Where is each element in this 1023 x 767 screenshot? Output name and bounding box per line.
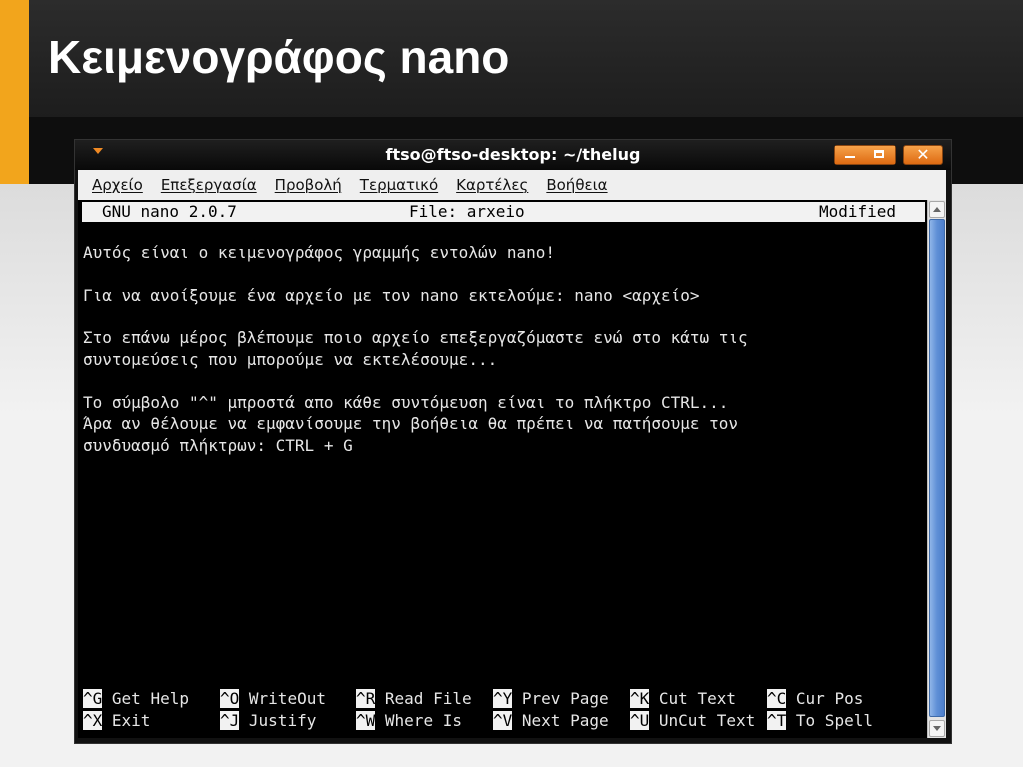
shortcut-label: Cut Text — [658, 689, 736, 708]
shortcut-cur-pos[interactable]: ^C Cur Pos — [767, 689, 863, 709]
editor-line: Το σύμβολο "^" μπροστά απο κάθε συντόμευ… — [83, 393, 729, 412]
minimize-maximize-group — [834, 145, 896, 165]
shortcut-label: Next Page — [521, 711, 609, 730]
shortcut-label: Where Is — [384, 711, 462, 730]
menu-terminal[interactable]: Τερματικό — [360, 176, 438, 194]
minimize-button[interactable] — [835, 146, 865, 164]
slide-title: Κειμενογράφος nano — [48, 31, 510, 83]
editor-line: Αυτός είναι ο κειμενογράφος γραμμής εντο… — [83, 243, 556, 262]
shortcut-label: Read File — [384, 689, 472, 708]
editor-line: συνδυασμό πλήκτρων: CTRL + G — [83, 436, 353, 455]
arrow-down-icon — [933, 726, 941, 731]
shortcut-key: ^X — [83, 711, 103, 730]
shortcut-label: Prev Page — [521, 689, 609, 708]
shortcut-writeout[interactable]: ^O WriteOut — [220, 689, 326, 709]
shortcut-key: ^R — [356, 689, 376, 708]
window-titlebar[interactable]: ftso@ftso-desktop: ~/thelug ✕ — [75, 140, 951, 170]
shortcut-label: Exit — [111, 711, 151, 730]
shortcut-label: Get Help — [111, 689, 189, 708]
editor-line: Για να ανοίξουμε ένα αρχείο με τον nano … — [83, 286, 700, 305]
shortcut-label: To Spell — [795, 711, 873, 730]
shortcut-where-is[interactable]: ^W Where Is — [356, 711, 462, 731]
shortcut-get-help[interactable]: ^G Get Help — [83, 689, 189, 709]
scrollbar[interactable] — [927, 200, 946, 738]
shortcut-key: ^V — [493, 711, 513, 730]
shortcut-label: Justify — [248, 711, 317, 730]
nano-header-bar: GNU nano 2.0.7 File: arxeio Modified — [82, 202, 925, 222]
shortcut-key: ^U — [630, 711, 650, 730]
shortcut-key: ^K — [630, 689, 650, 708]
shortcut-next-page[interactable]: ^V Next Page — [493, 711, 609, 731]
shortcut-prev-page[interactable]: ^Y Prev Page — [493, 689, 609, 709]
shortcut-key: ^G — [83, 689, 103, 708]
terminal-area[interactable]: GNU nano 2.0.7 File: arxeio Modified Αυτ… — [78, 200, 927, 738]
editor-line: Στο επάνω μέρος βλέπουμε ποιο αρχείο επε… — [83, 328, 748, 347]
accent-bar — [0, 0, 29, 184]
shortcut-key: ^Y — [493, 689, 513, 708]
maximize-icon — [874, 150, 884, 158]
maximize-button[interactable] — [865, 146, 895, 164]
shortcut-label: UnCut Text — [658, 711, 756, 730]
shortcut-justify[interactable]: ^J Justify — [220, 711, 316, 731]
menu-tabs[interactable]: Καρτέλες — [456, 176, 528, 194]
editor-line: Άρα αν θέλουμε να εμφανίσουμε την βοήθει… — [83, 414, 739, 433]
menu-edit[interactable]: Επεξεργασία — [161, 176, 257, 194]
close-icon: ✕ — [916, 145, 930, 164]
scroll-up-button[interactable] — [929, 201, 945, 218]
shortcut-key: ^J — [220, 711, 240, 730]
close-button[interactable]: ✕ — [903, 145, 943, 165]
window-controls: ✕ — [834, 145, 943, 165]
menu-file[interactable]: Αρχείο — [92, 176, 143, 194]
menubar: Αρχείο Επεξεργασία Προβολή Τερματικό Καρ… — [78, 170, 946, 200]
shortcut-to-spell[interactable]: ^T To Spell — [767, 711, 873, 731]
scrollbar-thumb[interactable] — [929, 219, 945, 717]
nano-modified-status: Modified — [819, 202, 897, 221]
shortcut-key: ^W — [356, 711, 376, 730]
shortcut-key: ^C — [767, 689, 787, 708]
shortcut-read-file[interactable]: ^R Read File — [356, 689, 472, 709]
arrow-up-icon — [933, 207, 941, 212]
shortcut-cut-text[interactable]: ^K Cut Text — [630, 689, 736, 709]
menu-help[interactable]: Βοήθεια — [546, 176, 607, 194]
scroll-down-button[interactable] — [929, 720, 945, 737]
shortcut-exit[interactable]: ^X Exit — [83, 711, 150, 731]
menu-view[interactable]: Προβολή — [275, 176, 342, 194]
shortcut-label: WriteOut — [248, 689, 326, 708]
window-title: ftso@ftso-desktop: ~/thelug — [385, 145, 641, 164]
minimize-icon — [845, 156, 855, 158]
shortcut-key: ^T — [767, 711, 787, 730]
shortcut-label: Cur Pos — [795, 689, 864, 708]
nano-version: GNU nano 2.0.7 — [102, 202, 237, 221]
shortcut-uncut-text[interactable]: ^U UnCut Text — [630, 711, 755, 731]
shortcut-key: ^O — [220, 689, 240, 708]
editor-line: συντομεύσεις που μπορούμε να εκτελέσουμε… — [83, 350, 498, 369]
terminal-window: ftso@ftso-desktop: ~/thelug ✕ Αρχείο Επε… — [75, 140, 951, 743]
nano-file-name: File: arxeio — [409, 202, 525, 221]
